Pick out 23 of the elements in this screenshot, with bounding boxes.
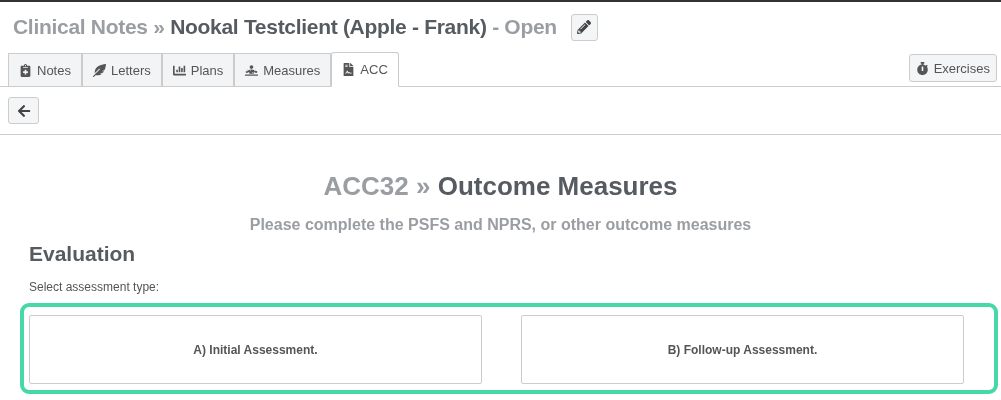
stopwatch-icon [915,61,929,75]
assessment-option[interactable]: A) Initial Assessment. [29,315,482,384]
page-subtitle: Please complete the PSFS and NPRS, or other outcome measures [249,216,752,234]
prompt-text: Select assessment type: [29,280,161,294]
exercises-button[interactable]: Exercises [908,54,997,82]
page-title: Clinical Notes » Nookal Testclient (Apple - Frank) - Open [13,15,557,39]
clipboard-icon [19,63,32,77]
tab[interactable]: Letters [81,53,162,86]
back-icon [16,103,31,118]
section-heading: Evaluation [29,242,137,266]
tab[interactable]: ACC [331,52,399,87]
document-icon [342,63,356,76]
assessment-option[interactable]: B) Follow-up Assessment. [521,315,964,384]
bar-chart-icon [172,63,186,77]
edit-button[interactable] [570,13,598,41]
person-lying-icon [245,63,259,77]
back-button[interactable] [8,97,39,124]
page-heading: ACC32 » Outcome Measures [323,171,678,202]
tab[interactable]: Plans [161,53,235,86]
tab[interactable]: Notes [8,53,82,86]
tab[interactable]: Measures [234,53,332,86]
pencil-icon [577,20,592,34]
feather-icon [92,63,106,77]
